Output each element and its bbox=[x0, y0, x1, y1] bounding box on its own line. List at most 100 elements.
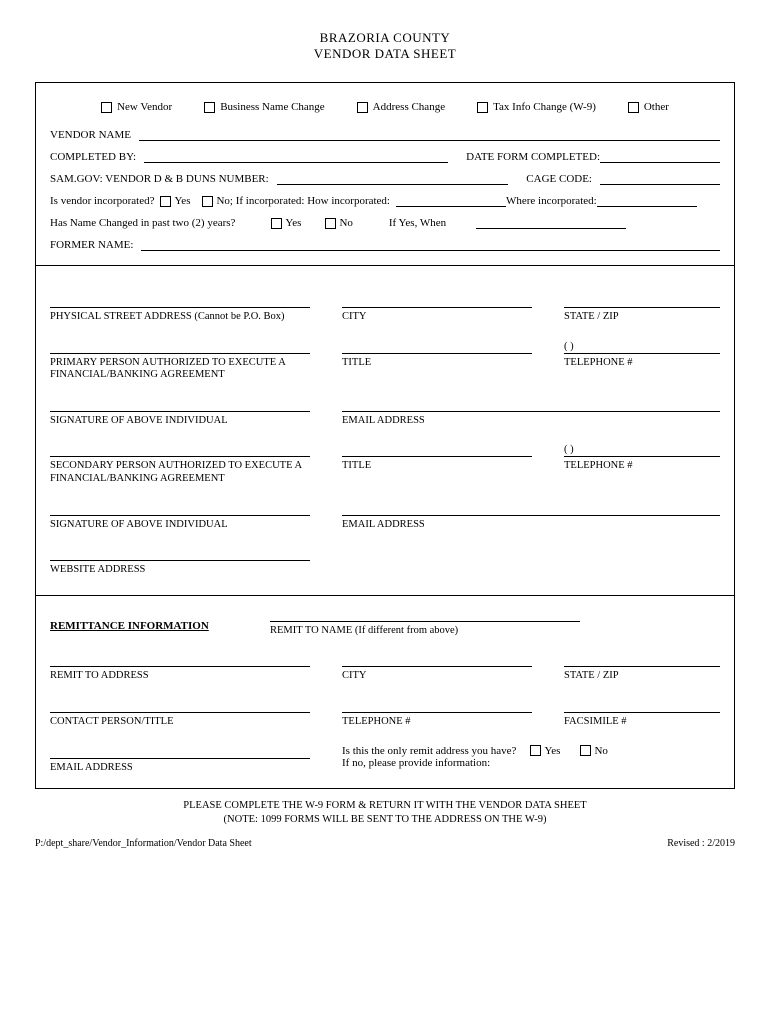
input-remit-to-name[interactable] bbox=[270, 608, 580, 622]
input-primary-email[interactable] bbox=[342, 398, 720, 412]
label-nc-yes: Yes bbox=[285, 217, 301, 229]
input-remit-address[interactable] bbox=[50, 653, 310, 667]
label-if-yes-when: If Yes, When bbox=[389, 217, 446, 229]
checkbox-other[interactable]: Other bbox=[628, 101, 669, 113]
row-secondary-signature: SIGNATURE OF ABOVE INDIVIDUAL EMAIL ADDR… bbox=[50, 502, 720, 532]
label-if-no-provide: If no, please provide information: bbox=[342, 757, 720, 769]
checkbox-incorporated-yes[interactable]: Yes bbox=[160, 195, 190, 207]
row-remit-address: REMIT TO ADDRESS CITY STATE / ZIP bbox=[50, 653, 720, 683]
input-completed-by[interactable] bbox=[144, 151, 448, 163]
label-secondary-email: EMAIL ADDRESS bbox=[342, 519, 720, 532]
label-primary-signature: SIGNATURE OF ABOVE INDIVIDUAL bbox=[50, 415, 310, 428]
label-remit-address: REMIT TO ADDRESS bbox=[50, 670, 310, 683]
input-secondary-person[interactable] bbox=[50, 443, 310, 457]
checkbox-tax-info-change[interactable]: Tax Info Change (W-9) bbox=[477, 101, 596, 113]
input-remit-contact[interactable] bbox=[50, 699, 310, 713]
row-website: WEBSITE ADDRESS bbox=[50, 547, 720, 577]
label-inc-yes: Yes bbox=[174, 195, 190, 207]
label-biz-name-change: Business Name Change bbox=[220, 101, 324, 113]
input-secondary-telephone[interactable]: ( ) bbox=[564, 443, 720, 457]
input-date-form-completed[interactable] bbox=[600, 151, 720, 163]
label-vendor-name: VENDOR NAME bbox=[50, 129, 131, 141]
label-cage-code: CAGE CODE: bbox=[526, 173, 592, 185]
row-former-name: FORMER NAME: bbox=[50, 239, 720, 251]
checkbox-incorporated-no[interactable]: No; If incorporated: How incorporated: bbox=[202, 195, 390, 207]
label-secondary-person: SECONDARY PERSON AUTHORIZED TO EXECUTE A… bbox=[50, 460, 310, 485]
footer-path: P:/dept_share/Vendor_Information/Vendor … bbox=[35, 838, 252, 849]
label-secondary-telephone: TELEPHONE # bbox=[564, 460, 720, 484]
label-where-incorporated: Where incorporated: bbox=[506, 195, 597, 207]
row-duns: SAM.GOV: VENDOR D & B DUNS NUMBER: CAGE … bbox=[50, 173, 720, 185]
label-remit-telephone: TELEPHONE # bbox=[342, 716, 532, 729]
input-how-incorporated[interactable] bbox=[396, 195, 506, 207]
footer-line2: (NOTE: 1099 FORMS WILL BE SENT TO THE AD… bbox=[35, 813, 735, 827]
section-vendor-info: New Vendor Business Name Change Address … bbox=[36, 83, 734, 266]
input-primary-person[interactable] bbox=[50, 340, 310, 354]
input-secondary-email[interactable] bbox=[342, 502, 720, 516]
section-remittance: REMITTANCE INFORMATION REMIT TO NAME (If… bbox=[36, 596, 734, 788]
label-remit-facsimile: FACSIMILE # bbox=[564, 716, 720, 729]
label-is-incorporated: Is vendor incorporated? bbox=[50, 195, 154, 207]
label-name-changed: Has Name Changed in past two (2) years? bbox=[50, 217, 235, 229]
label-only-remit-yes: Yes bbox=[544, 745, 560, 757]
paren-primary-phone: ( ) bbox=[564, 341, 574, 352]
input-city[interactable] bbox=[342, 294, 532, 308]
input-primary-signature[interactable] bbox=[50, 398, 310, 412]
label-state-zip: STATE / ZIP bbox=[564, 311, 720, 324]
label-new-vendor: New Vendor bbox=[117, 101, 172, 113]
input-remit-state-zip[interactable] bbox=[564, 653, 720, 667]
label-duns: SAM.GOV: VENDOR D & B DUNS NUMBER: bbox=[50, 173, 269, 185]
input-where-incorporated[interactable] bbox=[597, 195, 697, 207]
input-remit-email[interactable] bbox=[50, 745, 310, 759]
input-remit-facsimile[interactable] bbox=[564, 699, 720, 713]
input-primary-telephone[interactable]: ( ) bbox=[564, 340, 720, 354]
input-state-zip[interactable] bbox=[564, 294, 720, 308]
label-remit-city: CITY bbox=[342, 670, 532, 683]
label-remit-contact: CONTACT PERSON/TITLE bbox=[50, 716, 310, 729]
input-vendor-name[interactable] bbox=[139, 129, 720, 141]
row-remit-email: EMAIL ADDRESS Is this the only remit add… bbox=[50, 745, 720, 775]
input-cage-code[interactable] bbox=[600, 173, 720, 185]
row-name-changed: Has Name Changed in past two (2) years? … bbox=[50, 217, 720, 229]
input-physical-address[interactable] bbox=[50, 294, 310, 308]
label-only-remit-no: No bbox=[594, 745, 607, 757]
label-website: WEBSITE ADDRESS bbox=[50, 564, 310, 577]
section-address-contacts: PHYSICAL STREET ADDRESS (Cannot be P.O. … bbox=[36, 266, 734, 596]
label-remit-email: EMAIL ADDRESS bbox=[50, 762, 310, 775]
input-duns[interactable] bbox=[277, 173, 509, 185]
label-remit-state-zip: STATE / ZIP bbox=[564, 670, 720, 683]
label-date-form-completed: DATE FORM COMPLETED: bbox=[466, 151, 600, 163]
row-remit-contact: CONTACT PERSON/TITLE TELEPHONE # FACSIMI… bbox=[50, 699, 720, 729]
checkbox-address-change[interactable]: Address Change bbox=[357, 101, 445, 113]
input-primary-title[interactable] bbox=[342, 340, 532, 354]
row-primary-person: PRIMARY PERSON AUTHORIZED TO EXECUTE A F… bbox=[50, 340, 720, 382]
label-primary-email: EMAIL ADDRESS bbox=[342, 415, 720, 428]
footer-bottom-bar: P:/dept_share/Vendor_Information/Vendor … bbox=[35, 838, 735, 849]
row-physical-address: PHYSICAL STREET ADDRESS (Cannot be P.O. … bbox=[50, 294, 720, 324]
label-former-name: FORMER NAME: bbox=[50, 239, 133, 251]
input-website[interactable] bbox=[50, 547, 310, 561]
input-secondary-title[interactable] bbox=[342, 443, 532, 457]
checkbox-name-changed-no[interactable]: No bbox=[325, 217, 352, 229]
checkbox-biz-name-change[interactable]: Business Name Change bbox=[204, 101, 324, 113]
label-primary-telephone: TELEPHONE # bbox=[564, 357, 720, 381]
checkbox-new-vendor[interactable]: New Vendor bbox=[101, 101, 172, 113]
purpose-checkbox-row: New Vendor Business Name Change Address … bbox=[50, 101, 720, 113]
label-inc-no: No; If incorporated: How incorporated: bbox=[216, 195, 390, 207]
input-when-name-changed[interactable] bbox=[476, 217, 626, 229]
row-secondary-person: SECONDARY PERSON AUTHORIZED TO EXECUTE A… bbox=[50, 443, 720, 485]
input-remit-telephone[interactable] bbox=[342, 699, 532, 713]
label-physical-address: PHYSICAL STREET ADDRESS (Cannot be P.O. … bbox=[50, 311, 310, 324]
label-completed-by: COMPLETED BY: bbox=[50, 151, 136, 163]
header-title: VENDOR DATA SHEET bbox=[35, 46, 735, 62]
input-secondary-signature[interactable] bbox=[50, 502, 310, 516]
input-former-name[interactable] bbox=[141, 239, 720, 251]
checkbox-name-changed-yes[interactable]: Yes bbox=[271, 217, 301, 229]
label-nc-no: No bbox=[339, 217, 352, 229]
input-remit-city[interactable] bbox=[342, 653, 532, 667]
row-remit-header: REMITTANCE INFORMATION REMIT TO NAME (If… bbox=[50, 608, 720, 638]
checkbox-only-remit-yes[interactable]: Yes bbox=[530, 745, 560, 757]
checkbox-only-remit-no[interactable]: No bbox=[580, 745, 607, 757]
label-primary-title: TITLE bbox=[342, 357, 532, 381]
label-city: CITY bbox=[342, 311, 532, 324]
